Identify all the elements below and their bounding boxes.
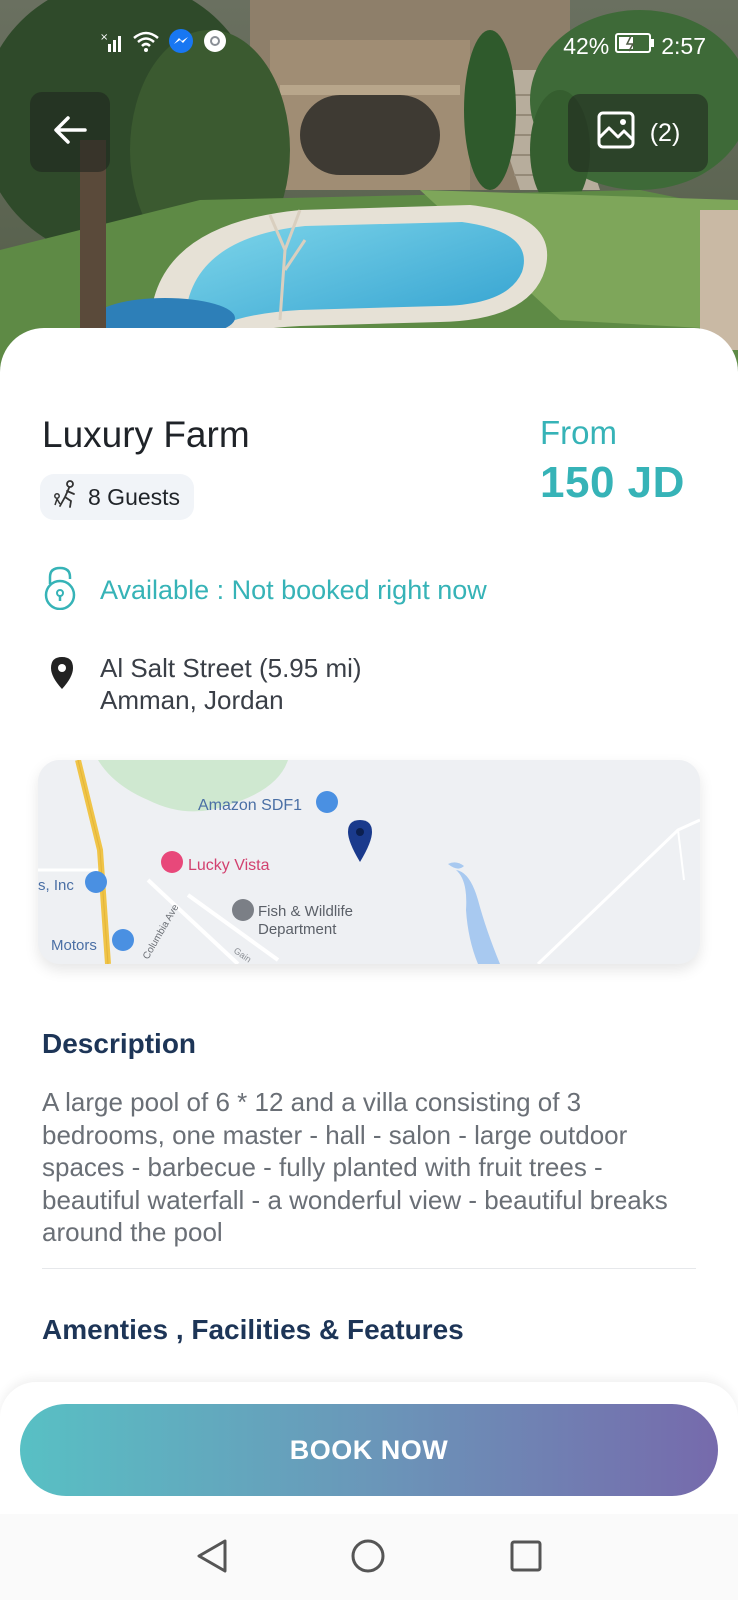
map-label-fish-1: Fish & Wildlife	[258, 903, 353, 920]
nav-back-button[interactable]	[192, 1538, 232, 1578]
hotel-poi-icon	[161, 851, 183, 873]
location-map[interactable]: Amazon SDF1 Lucky Vista s, Inc Fish & Wi…	[38, 760, 700, 964]
map-label-motors: Motors	[51, 937, 97, 954]
arrow-left-icon	[53, 115, 87, 150]
circle-home-icon	[350, 1538, 386, 1579]
amenities-heading: Amenties , Facilities & Features	[42, 1314, 464, 1345]
unlock-icon	[42, 566, 78, 615]
gallery-button[interactable]: (2)	[568, 94, 708, 172]
location-pin-icon	[50, 656, 74, 695]
guests-count: 8 Guests	[88, 483, 181, 510]
svg-text:×: ×	[100, 32, 108, 43]
shopping-poi-icon	[316, 791, 338, 813]
map-label-amazon: Amazon SDF1	[198, 797, 302, 814]
battery-icon	[615, 32, 655, 60]
map-label-lucky-vista: Lucky Vista	[188, 857, 270, 874]
availability-row: Available : Not booked right now	[42, 566, 487, 615]
guests-icon	[50, 479, 80, 515]
price-from-label: From	[540, 414, 617, 451]
image-icon	[596, 110, 636, 157]
section-divider	[42, 1268, 696, 1269]
clock: 2:57	[661, 32, 706, 59]
square-recents-icon	[509, 1539, 543, 1578]
map-label-inc: s, Inc	[38, 877, 74, 894]
map-canvas: Amazon SDF1 Lucky Vista s, Inc Fish & Wi…	[38, 760, 700, 964]
address-line-1: Al Salt Street (5.95 mi)	[100, 653, 362, 683]
signal-icon: ×	[98, 31, 124, 58]
store-poi-icon	[112, 929, 134, 951]
availability-text: Available : Not booked right now	[100, 575, 487, 605]
status-bar: × 42% 2:57	[0, 0, 738, 64]
nav-home-button[interactable]	[348, 1538, 388, 1578]
location-row: Al Salt Street (5.95 mi) Amman, Jordan	[50, 652, 362, 716]
battery-percent: 42%	[563, 32, 610, 59]
government-poi-icon	[232, 899, 254, 921]
system-nav-bar	[0, 1514, 738, 1600]
nav-recents-button[interactable]	[506, 1538, 546, 1578]
property-title: Luxury Farm	[42, 414, 250, 455]
gallery-count: (2)	[649, 118, 681, 147]
back-button[interactable]	[30, 92, 110, 172]
description-text: A large pool of 6 * 12 and a villa consi…	[42, 1087, 668, 1247]
messenger-icon	[168, 28, 194, 60]
map-label-fish-2: Department	[258, 921, 337, 938]
address-line-2: Amman, Jordan	[100, 685, 284, 715]
book-now-button[interactable]: BOOK NOW	[20, 1404, 718, 1496]
triangle-back-icon	[195, 1538, 229, 1579]
guests-chip: 8 Guests	[40, 474, 195, 520]
price-amount: 150 JD	[540, 458, 685, 507]
chrome-icon	[202, 28, 228, 60]
wifi-icon	[132, 30, 160, 58]
store-poi-icon	[85, 871, 107, 893]
description-heading: Description	[42, 1028, 197, 1059]
